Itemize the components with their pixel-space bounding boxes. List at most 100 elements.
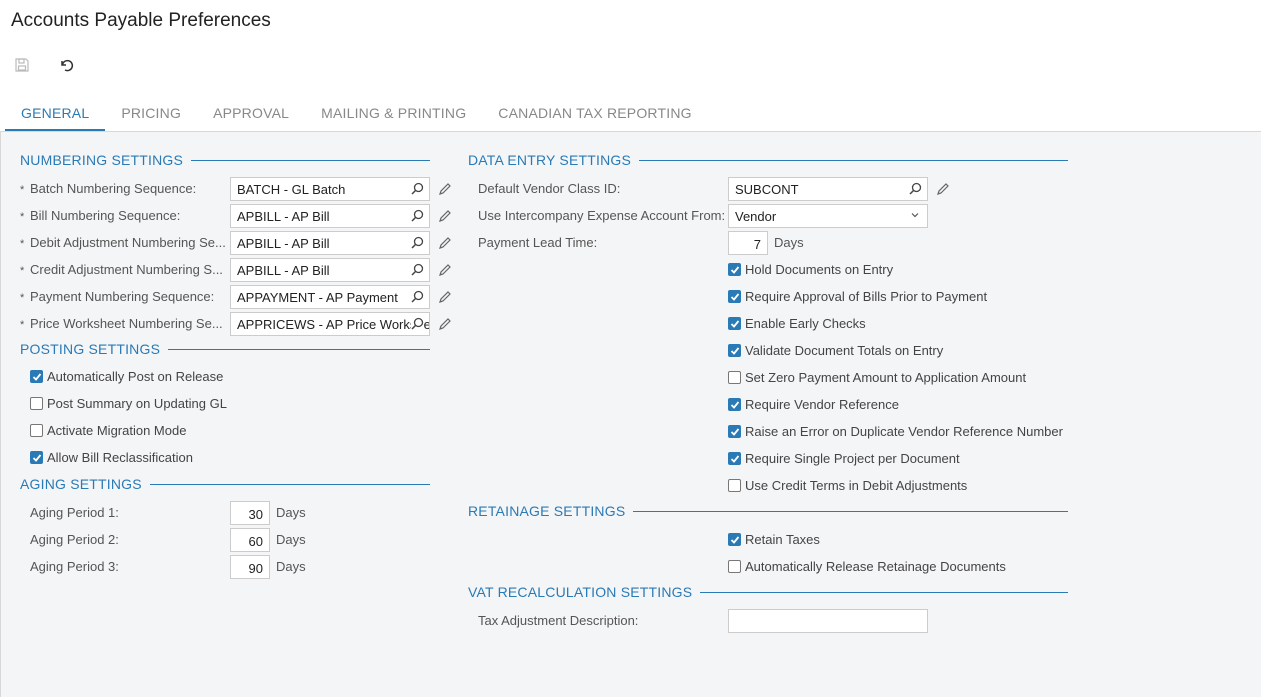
batch-numbering-field[interactable]: BATCH - GL Batch <box>230 177 430 201</box>
search-icon[interactable] <box>411 209 424 222</box>
aging-period-2-input[interactable]: 60 <box>230 528 270 552</box>
single-project-checkbox[interactable]: Require Single Project per Document <box>728 451 960 466</box>
aging-period-1-label: Aging Period 1: <box>30 505 119 520</box>
data-entry-settings-header: DATA ENTRY SETTINGS <box>468 152 1068 168</box>
tax-adjustment-description-label: Tax Adjustment Description: <box>478 613 639 628</box>
tab-general[interactable]: GENERAL <box>5 96 106 132</box>
section-title: AGING SETTINGS <box>20 476 142 492</box>
aging-settings-header: AGING SETTINGS <box>20 476 430 492</box>
checkbox-box[interactable] <box>30 370 43 383</box>
allow-bill-reclassification-checkbox[interactable]: Allow Bill Reclassification <box>30 450 193 465</box>
price-worksheet-numbering-field[interactable]: APPRICEWS - AP Price Worksheet <box>230 312 430 336</box>
price-worksheet-numbering-label: Price Worksheet Numbering Se... <box>30 316 223 331</box>
search-icon[interactable] <box>411 263 424 276</box>
retainage-settings-header: RETAINAGE SETTINGS <box>468 503 1068 519</box>
required-marker: * <box>20 211 25 223</box>
checkbox-box[interactable] <box>728 425 741 438</box>
auto-release-retainage-checkbox[interactable]: Automatically Release Retainage Document… <box>728 559 1006 574</box>
batch-numbering-label: Batch Numbering Sequence: <box>30 181 197 196</box>
checkbox-label: Enable Early Checks <box>745 316 866 331</box>
zero-payment-amount-checkbox[interactable]: Set Zero Payment Amount to Application A… <box>728 370 1026 385</box>
migration-mode-checkbox[interactable]: Activate Migration Mode <box>30 423 186 438</box>
field-value: APBILL - AP Bill <box>237 263 330 278</box>
checkbox-box[interactable] <box>728 452 741 465</box>
posting-settings-header: POSTING SETTINGS <box>20 341 430 357</box>
checkbox-label: Raise an Error on Duplicate Vendor Refer… <box>745 424 1063 439</box>
check-icon <box>730 535 739 544</box>
section-title: DATA ENTRY SETTINGS <box>468 152 632 168</box>
checkbox-box[interactable] <box>728 263 741 276</box>
checkbox-box[interactable] <box>728 371 741 384</box>
undo-button[interactable] <box>55 54 77 76</box>
checkbox-box[interactable] <box>728 398 741 411</box>
enable-early-checks-checkbox[interactable]: Enable Early Checks <box>728 316 866 331</box>
validate-document-totals-checkbox[interactable]: Validate Document Totals on Entry <box>728 343 943 358</box>
duplicate-vendor-reference-checkbox[interactable]: Raise an Error on Duplicate Vendor Refer… <box>728 424 1063 439</box>
aging-period-1-input[interactable]: 30 <box>230 501 270 525</box>
checkbox-label: Require Vendor Reference <box>745 397 899 412</box>
checkbox-box[interactable] <box>728 479 741 492</box>
vendor-class-label: Default Vendor Class ID: <box>478 181 621 196</box>
checkbox-box[interactable] <box>30 424 43 437</box>
tab-mailing-printing[interactable]: MAILING & PRINTING <box>305 96 482 132</box>
tab-pricing[interactable]: PRICING <box>105 96 197 132</box>
checkbox-label: Set Zero Payment Amount to Application A… <box>745 370 1027 385</box>
require-approval-checkbox[interactable]: Require Approval of Bills Prior to Payme… <box>728 289 987 304</box>
intercompany-expense-label: Use Intercompany Expense Account From: <box>478 208 726 223</box>
search-icon[interactable] <box>909 182 922 195</box>
payment-lead-time-input[interactable]: 7 <box>728 231 768 255</box>
checkbox-box[interactable] <box>30 451 43 464</box>
vendor-class-field[interactable]: SUBCONT <box>728 177 928 201</box>
check-icon <box>32 453 41 462</box>
payment-numbering-label: Payment Numbering Sequence: <box>30 289 215 304</box>
edit-pencil-icon[interactable] <box>437 208 453 224</box>
payment-numbering-field[interactable]: APPAYMENT - AP Payment <box>230 285 430 309</box>
intercompany-expense-select[interactable]: Vendor <box>728 204 928 228</box>
checkbox-box[interactable] <box>728 317 741 330</box>
required-marker: * <box>20 265 25 277</box>
checkbox-box[interactable] <box>728 290 741 303</box>
payment-lead-time-label: Payment Lead Time: <box>478 235 598 250</box>
hold-documents-checkbox[interactable]: Hold Documents on Entry <box>728 262 893 277</box>
credit-terms-debit-adjustments-checkbox[interactable]: Use Credit Terms in Debit Adjustments <box>728 478 967 493</box>
tab-canadian-tax-reporting[interactable]: CANADIAN TAX REPORTING <box>482 96 707 132</box>
checkbox-label: Automatically Release Retainage Document… <box>745 559 1006 574</box>
aging-period-3-input[interactable]: 90 <box>230 555 270 579</box>
tab-approval[interactable]: APPROVAL <box>197 96 305 132</box>
require-vendor-reference-checkbox[interactable]: Require Vendor Reference <box>728 397 899 412</box>
checkbox-box[interactable] <box>728 533 741 546</box>
save-button[interactable] <box>11 54 33 76</box>
checkbox-box[interactable] <box>30 397 43 410</box>
retain-taxes-checkbox[interactable]: Retain Taxes <box>728 532 820 547</box>
field-value: APPAYMENT - AP Payment <box>237 290 398 305</box>
check-icon <box>730 454 739 463</box>
aging-period-3-label: Aging Period 3: <box>30 559 119 574</box>
edit-pencil-icon[interactable] <box>437 289 453 305</box>
search-icon[interactable] <box>411 290 424 303</box>
post-summary-checkbox[interactable]: Post Summary on Updating GL <box>30 396 227 411</box>
payment-lead-time-unit: Days <box>774 235 804 250</box>
edit-pencil-icon[interactable] <box>437 316 453 332</box>
debit-adjustment-numbering-field[interactable]: APBILL - AP Bill <box>230 231 430 255</box>
check-icon <box>730 292 739 301</box>
check-icon <box>730 427 739 436</box>
required-marker: * <box>20 238 25 250</box>
section-title: NUMBERING SETTINGS <box>20 152 184 168</box>
edit-pencil-icon[interactable] <box>437 181 453 197</box>
checkbox-box[interactable] <box>728 344 741 357</box>
edit-pencil-icon[interactable] <box>437 235 453 251</box>
tax-adjustment-description-input[interactable] <box>728 609 928 633</box>
search-icon[interactable] <box>411 236 424 249</box>
search-icon[interactable] <box>411 182 424 195</box>
aging-period-3-unit: Days <box>276 559 306 574</box>
credit-adjustment-numbering-field[interactable]: APBILL - AP Bill <box>230 258 430 282</box>
edit-pencil-icon[interactable] <box>935 181 951 197</box>
auto-post-on-release-checkbox[interactable]: Automatically Post on Release <box>30 369 223 384</box>
checkbox-box[interactable] <box>728 560 741 573</box>
vat-recalculation-settings-header: VAT RECALCULATION SETTINGS <box>468 584 1068 600</box>
edit-pencil-icon[interactable] <box>437 262 453 278</box>
search-icon[interactable] <box>411 317 424 330</box>
bill-numbering-field[interactable]: APBILL - AP Bill <box>230 204 430 228</box>
checkbox-label: Post Summary on Updating GL <box>47 396 227 411</box>
field-value: SUBCONT <box>735 182 799 197</box>
